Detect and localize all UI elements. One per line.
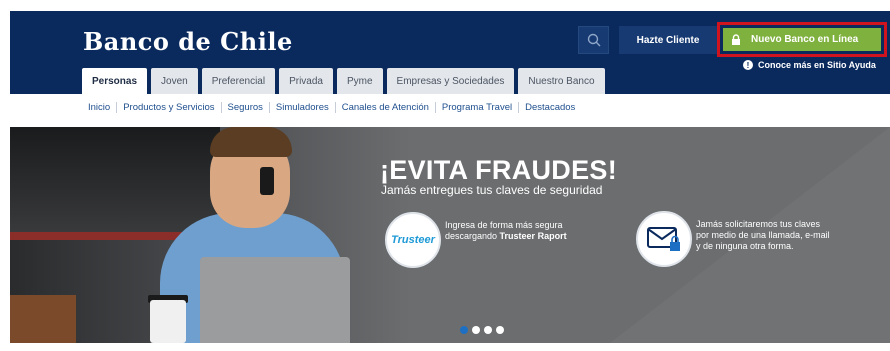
- sub-navigation: Inicio Productos y Servicios Seguros Sim…: [88, 102, 581, 113]
- bank-logo[interactable]: Banco de Chile: [83, 27, 293, 56]
- subnav-seguros[interactable]: Seguros: [220, 102, 269, 113]
- feature-no-claves: Jamás solicitaremos tus claves por medio…: [696, 219, 876, 252]
- search-icon: [587, 33, 601, 47]
- subnav-productos[interactable]: Productos y Servicios: [116, 102, 220, 113]
- feature-no-claves-line3: y de ninguna otra forma.: [696, 241, 794, 251]
- nuevo-banco-highlight: Nuevo Banco en Línea: [717, 22, 887, 57]
- hero-title: ¡EVITA FRAUDES!: [380, 155, 617, 185]
- trusteer-raport-link[interactable]: Trusteer Raport: [500, 231, 567, 241]
- subnav-programa-travel[interactable]: Programa Travel: [434, 102, 518, 113]
- tab-personas[interactable]: Personas: [82, 68, 148, 94]
- tab-empresas[interactable]: Empresas y Sociedades: [386, 68, 515, 94]
- carousel-dot-2[interactable]: [472, 326, 480, 334]
- mail-lock-icon: [647, 227, 680, 251]
- feature-trusteer: Ingresa de forma más segura descargando …: [445, 220, 615, 242]
- feature-trusteer-line1: Ingresa de forma más segura: [445, 220, 563, 230]
- photo-laptop: [200, 257, 350, 343]
- photo-cup: [150, 300, 186, 343]
- feature-no-claves-line1: Jamás solicitaremos tus claves: [696, 219, 821, 229]
- segment-tabs: Personas Joven Preferencial Privada Pyme…: [82, 68, 609, 94]
- feature-trusteer-line2: descargando Trusteer Raport: [445, 231, 567, 241]
- tab-preferencial[interactable]: Preferencial: [201, 68, 276, 94]
- feature-no-claves-line2: por medio de una llamada, e-mail: [696, 230, 830, 240]
- tab-joven[interactable]: Joven: [151, 68, 198, 94]
- trusteer-logo: Trusteer: [391, 234, 435, 246]
- nuevo-banco-button[interactable]: Nuevo Banco en Línea: [723, 28, 881, 51]
- info-icon: !: [743, 60, 753, 70]
- hero-subtitle: Jamás entregues tus claves de seguridad: [381, 183, 603, 197]
- carousel-dot-1[interactable]: [460, 326, 468, 334]
- hero-photo: [10, 127, 410, 343]
- subnav-destacados[interactable]: Destacados: [518, 102, 581, 113]
- mail-badge: [636, 211, 692, 267]
- hazte-cliente-button[interactable]: Hazte Cliente: [619, 26, 717, 54]
- photo-background: [10, 127, 220, 237]
- photo-phone: [260, 167, 274, 195]
- subnav-simuladores[interactable]: Simuladores: [268, 102, 335, 113]
- carousel-dot-4[interactable]: [496, 326, 504, 334]
- lock-icon: [732, 34, 740, 45]
- search-button[interactable]: [578, 26, 609, 54]
- carousel-dots: [460, 326, 508, 334]
- top-header: Banco de Chile Hazte Cliente Nuevo Banco…: [10, 11, 890, 94]
- ayuda-link[interactable]: ! Conoce más en Sitio Ayuda: [743, 60, 876, 70]
- nuevo-banco-label: Nuevo Banco en Línea: [751, 34, 859, 45]
- photo-books: [10, 295, 76, 343]
- hero-banner[interactable]: ¡EVITA FRAUDES! Jamás entregues tus clav…: [10, 127, 890, 343]
- tab-pyme[interactable]: Pyme: [336, 68, 383, 94]
- subnav-inicio[interactable]: Inicio: [88, 102, 116, 113]
- carousel-dot-3[interactable]: [484, 326, 492, 334]
- tab-nuestro-banco[interactable]: Nuestro Banco: [518, 68, 605, 94]
- tab-privada[interactable]: Privada: [279, 68, 333, 94]
- photo-person-hair: [210, 127, 292, 157]
- ayuda-link-label: Conoce más en Sitio Ayuda: [758, 60, 876, 70]
- trusteer-badge[interactable]: Trusteer: [385, 212, 441, 268]
- subnav-canales[interactable]: Canales de Atención: [334, 102, 435, 113]
